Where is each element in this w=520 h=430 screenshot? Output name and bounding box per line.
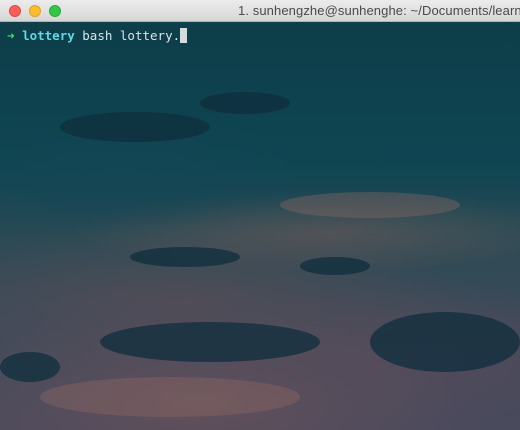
current-directory: lottery bbox=[22, 28, 75, 43]
minimize-button[interactable] bbox=[29, 5, 41, 17]
wallpaper-cloud bbox=[280, 192, 460, 218]
wallpaper-cloud bbox=[130, 247, 240, 267]
prompt-line: ➜ lottery bash lottery. bbox=[7, 28, 188, 44]
zoom-button[interactable] bbox=[49, 5, 61, 17]
close-button[interactable] bbox=[9, 5, 21, 17]
text-cursor bbox=[180, 28, 188, 43]
wallpaper-cloud bbox=[100, 322, 320, 362]
wallpaper-cloud bbox=[40, 377, 300, 417]
wallpaper-cloud bbox=[200, 92, 290, 114]
command-input-text[interactable]: bash lottery. bbox=[82, 28, 180, 43]
terminal-area[interactable]: ➜ lottery bash lottery. bbox=[0, 22, 520, 430]
wallpaper-cloud bbox=[0, 352, 60, 382]
wallpaper-cloud bbox=[300, 257, 370, 275]
prompt-arrow-icon: ➜ bbox=[7, 28, 15, 43]
wallpaper-cloud bbox=[60, 112, 210, 142]
window-title: 1. sunhengzhe@sunhenghe: ~/Documents/lea… bbox=[238, 3, 520, 18]
wallpaper-cloud bbox=[370, 312, 520, 372]
terminal-window: 1. sunhengzhe@sunhenghe: ~/Documents/lea… bbox=[0, 0, 520, 430]
title-bar[interactable]: 1. sunhengzhe@sunhenghe: ~/Documents/lea… bbox=[0, 0, 520, 22]
